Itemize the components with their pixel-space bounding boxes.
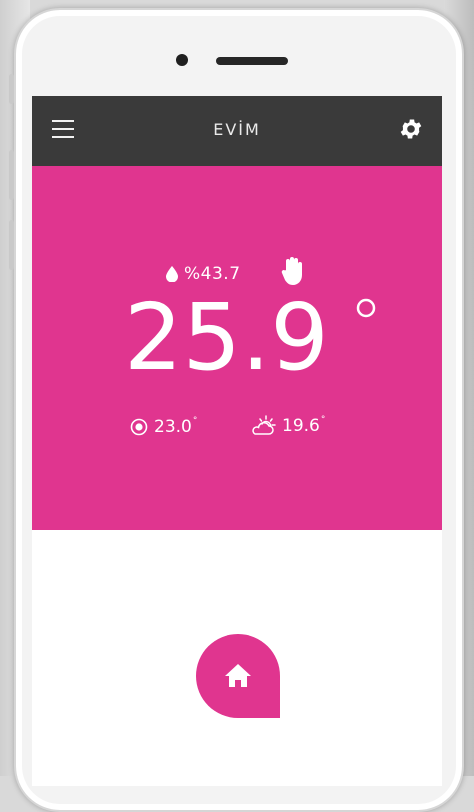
home-button[interactable] (196, 634, 280, 718)
current-temperature: 25.9 (124, 284, 329, 391)
degree-symbol (356, 298, 376, 318)
degree-symbol-small: ° (320, 415, 326, 425)
thermostat-panel: %43.7 25.9 23.0 ° 19.6 ° (32, 166, 442, 530)
target-icon (130, 418, 148, 436)
humidity-value: %43.7 (184, 264, 241, 284)
phone-volume-up (9, 150, 14, 200)
phone-speaker (216, 57, 288, 65)
target-temperature-value: 23.0 (154, 417, 192, 437)
outdoor-temperature-value: 19.6 (282, 416, 320, 436)
app-title: EVİM (213, 120, 261, 139)
humidity-reading: %43.7 (166, 262, 241, 286)
partly-cloudy-icon (252, 415, 276, 435)
phone-side-button (9, 74, 14, 104)
phone-volume-down (9, 220, 14, 270)
phone-camera (176, 54, 188, 66)
target-temperature-row: 23.0 ° (130, 416, 197, 438)
hand-icon[interactable] (280, 256, 308, 286)
home-icon (225, 664, 251, 687)
app-screen: EVİM %43.7 25.9 23.0 ° 19.6 ° (32, 96, 442, 786)
degree-symbol-small: ° (192, 416, 198, 426)
outdoor-temperature-row: 19.6 ° (250, 414, 325, 438)
gear-icon[interactable] (398, 116, 424, 142)
drop-icon (166, 266, 178, 282)
app-bar: EVİM (32, 96, 442, 166)
